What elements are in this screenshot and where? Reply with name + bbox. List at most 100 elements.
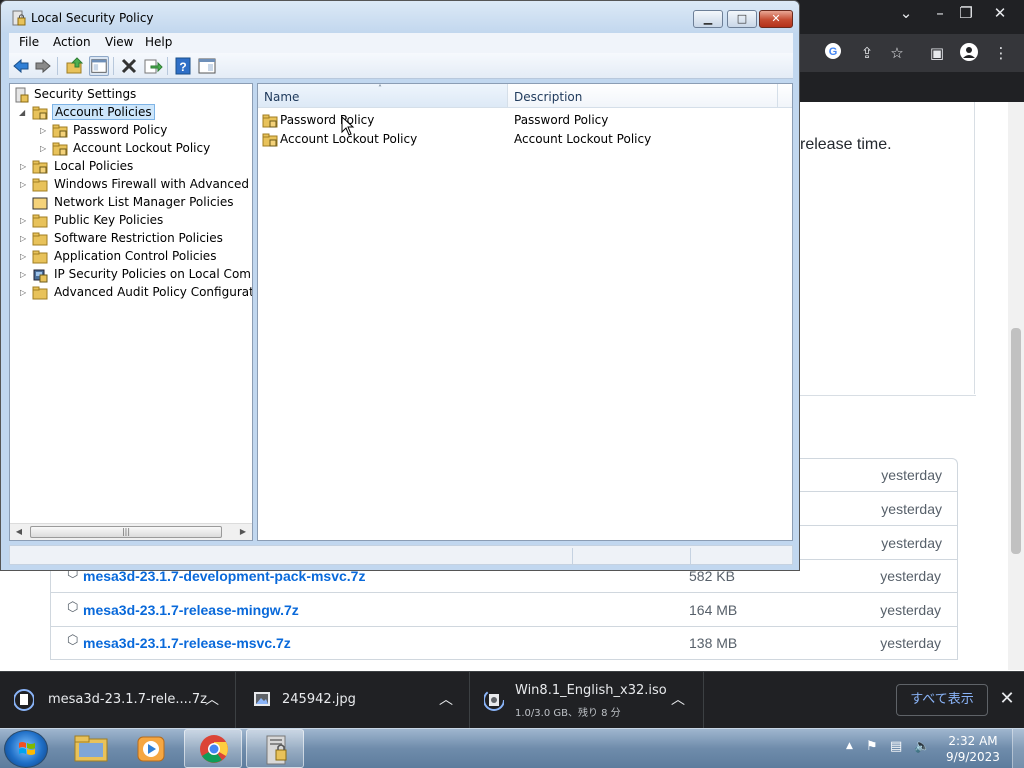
- taskbar: ▲ ⚑ ▤ 🔈 2:32 AM 9/9/2023: [0, 728, 1024, 768]
- scrollbar-thumb[interactable]: |||: [30, 526, 222, 538]
- delete-icon[interactable]: [119, 56, 139, 76]
- menu-help[interactable]: Help: [145, 35, 172, 49]
- image-file-icon: [254, 692, 270, 706]
- tree-label: IP Security Policies on Local Computer: [54, 267, 252, 281]
- back-arrow-icon[interactable]: [11, 56, 31, 76]
- side-panel-icon[interactable]: ▣: [926, 42, 948, 64]
- show-desktop-button[interactable]: [1012, 729, 1024, 768]
- expand-arrow-icon[interactable]: ▷: [20, 251, 30, 263]
- bookmark-star-icon[interactable]: ☆: [886, 42, 908, 64]
- expand-arrow-icon[interactable]: ▷: [40, 143, 50, 155]
- folder-icon: [32, 214, 48, 228]
- security-policy-taskbar-button[interactable]: [246, 729, 304, 768]
- column-header-name[interactable]: ˄ Name: [258, 84, 508, 108]
- export-list-icon[interactable]: [143, 56, 163, 76]
- menu-view[interactable]: View: [105, 35, 133, 49]
- window-title-bar[interactable]: Local Security Policy ▁ □ ✕: [1, 1, 799, 33]
- column-header-label: Name: [264, 90, 300, 104]
- folder-icon: [32, 286, 48, 300]
- list-item-name: Password Policy: [280, 113, 375, 127]
- download-item[interactable]: Win8.1_English_x32.iso 1.0/3.0 GB、残り 8 分…: [470, 672, 704, 729]
- close-icon[interactable]: ✕: [996, 688, 1018, 710]
- status-divider: [572, 548, 573, 564]
- column-header-description[interactable]: Description: [508, 84, 778, 108]
- toolbar-separator: [57, 57, 58, 75]
- up-folder-icon[interactable]: [65, 56, 85, 76]
- tree-label: Windows Firewall with Advanced Security: [54, 177, 252, 191]
- toolbar-separator: [113, 57, 114, 75]
- restore-icon[interactable]: ❐: [952, 2, 980, 24]
- asset-size: 164 MB: [689, 602, 738, 618]
- list-item-description: Account Lockout Policy: [514, 132, 652, 146]
- menu-action[interactable]: Action: [53, 35, 91, 49]
- tree-label: Account Policies: [52, 104, 155, 120]
- collapse-arrow-icon[interactable]: ◢: [19, 107, 29, 119]
- close-icon[interactable]: ✕: [986, 2, 1014, 24]
- chevron-up-icon[interactable]: ︿: [436, 690, 456, 710]
- status-divider: [690, 548, 691, 564]
- chevron-up-icon[interactable]: ︿: [668, 690, 688, 710]
- tab-search-icon[interactable]: ⌄: [892, 2, 920, 24]
- tray-expand-icon[interactable]: ▲: [846, 741, 853, 751]
- forward-arrow-icon[interactable]: [33, 56, 53, 76]
- menu-file[interactable]: File: [19, 35, 39, 49]
- scroll-left-arrow-icon[interactable]: ◀: [12, 526, 26, 538]
- asset-date: yesterday: [880, 568, 941, 584]
- tree-label: Security Settings: [34, 87, 137, 101]
- action-center-flag-icon[interactable]: ⚑: [866, 739, 878, 754]
- page-scrollbar[interactable]: [1008, 102, 1024, 670]
- show-all-button[interactable]: すべて表示: [896, 684, 988, 716]
- clock[interactable]: 2:32 AM 9/9/2023: [940, 733, 1006, 765]
- volume-muted-icon[interactable]: 🔈: [914, 739, 930, 754]
- toolbar: ?: [9, 53, 793, 79]
- expand-arrow-icon[interactable]: ▷: [20, 179, 30, 191]
- menu-icon[interactable]: ⋮: [990, 42, 1012, 64]
- help-icon[interactable]: ?: [173, 56, 193, 76]
- google-lens-icon[interactable]: G: [822, 42, 844, 64]
- asset-link[interactable]: mesa3d-23.1.7-release-mingw.7z: [83, 602, 299, 618]
- chevron-up-icon[interactable]: ︿: [202, 690, 222, 710]
- expand-arrow-icon[interactable]: ▷: [20, 161, 30, 173]
- profile-icon[interactable]: [958, 42, 980, 64]
- page-scrollbar-thumb[interactable]: [1011, 328, 1021, 554]
- maximize-button[interactable]: □: [727, 10, 757, 28]
- locked-folder-icon: [262, 114, 278, 128]
- minimize-button[interactable]: ▁: [693, 10, 723, 28]
- mouse-cursor-icon: [341, 116, 355, 136]
- locked-folder-icon: [32, 160, 48, 174]
- expand-arrow-icon[interactable]: ▷: [40, 125, 50, 137]
- show-hide-action-pane-icon[interactable]: [197, 56, 217, 76]
- download-item[interactable]: 245942.jpg ︿: [236, 672, 470, 729]
- download-name: mesa3d-23.1.7-rele....7z: [48, 692, 207, 707]
- list-item-description: Password Policy: [514, 113, 609, 127]
- close-button[interactable]: ✕: [759, 10, 793, 28]
- console-tree: Security Settings ◢ Account Policies ▷ P…: [9, 83, 253, 541]
- download-item[interactable]: mesa3d-23.1.7-rele....7z ︿: [0, 672, 236, 729]
- asset-row: ⬡ mesa3d-23.1.7-release-msvc.7z 138 MB y…: [50, 626, 958, 660]
- expand-arrow-icon[interactable]: ▷: [20, 215, 30, 227]
- chrome-taskbar-button[interactable]: [184, 729, 242, 768]
- scroll-right-arrow-icon[interactable]: ▶: [236, 526, 250, 538]
- window-title: Local Security Policy: [31, 11, 154, 25]
- asset-date: yesterday: [880, 602, 941, 618]
- start-button[interactable]: [4, 730, 48, 768]
- network-icon[interactable]: ▤: [890, 739, 902, 754]
- tree-label: Network List Manager Policies: [54, 195, 234, 209]
- security-policy-icon: [266, 735, 287, 765]
- expand-arrow-icon[interactable]: ▷: [20, 233, 30, 245]
- show-hide-console-tree-icon[interactable]: [89, 56, 109, 76]
- tree-horizontal-scrollbar[interactable]: ◀ ||| ▶: [10, 523, 252, 540]
- folder-icon: [74, 735, 108, 762]
- asset-link[interactable]: mesa3d-23.1.7-release-msvc.7z: [83, 635, 291, 651]
- local-security-policy-window: Local Security Policy ▁ □ ✕ File Action …: [0, 0, 800, 571]
- share-icon[interactable]: ⇪: [856, 42, 878, 64]
- tree-label: Local Policies: [54, 159, 134, 173]
- expand-arrow-icon[interactable]: ▷: [20, 269, 30, 281]
- details-pane: ˄ Name Description Password Policy Passw…: [257, 83, 793, 541]
- explorer-taskbar-button[interactable]: [62, 729, 120, 768]
- tree-label: Account Lockout Policy: [73, 141, 211, 155]
- expand-arrow-icon[interactable]: ▷: [20, 287, 30, 299]
- minimize-icon[interactable]: –: [926, 2, 954, 24]
- download-name: Win8.1_English_x32.iso: [515, 683, 667, 698]
- media-player-taskbar-button[interactable]: [122, 729, 180, 768]
